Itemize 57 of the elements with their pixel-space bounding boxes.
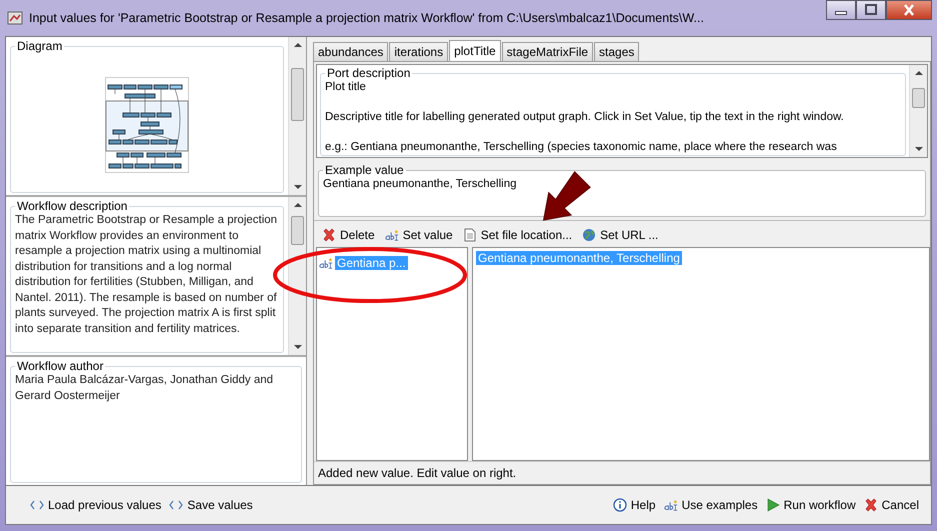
close-button[interactable] — [886, 0, 932, 20]
scroll-down-icon — [294, 345, 302, 349]
scroll-down-icon — [914, 147, 922, 151]
toolbar-button[interactable]: Delete — [320, 227, 377, 243]
footer-button[interactable]: Use examples — [662, 497, 760, 513]
footer-button[interactable]: Cancel — [862, 497, 921, 513]
globe-icon — [582, 228, 596, 242]
chevrons-icon — [169, 500, 184, 510]
minimize-icon — [835, 11, 847, 15]
text-value-icon — [384, 228, 399, 242]
close-icon — [322, 228, 336, 242]
play-icon — [766, 498, 780, 512]
scrollbar[interactable] — [909, 65, 927, 157]
app-icon — [7, 10, 23, 26]
description-line: Plot title — [325, 80, 367, 95]
footer-button[interactable]: Load previous values — [28, 497, 164, 513]
footer-button[interactable]: Help — [610, 497, 658, 513]
annotation-arrow — [540, 170, 592, 222]
scroll-down-icon — [294, 185, 302, 189]
document-icon — [462, 228, 477, 242]
port-tab[interactable]: abundances — [313, 42, 388, 61]
chevrons-icon — [30, 500, 44, 510]
port-tab[interactable]: iterations — [389, 42, 448, 61]
maximize-button[interactable] — [856, 0, 886, 20]
footer-button[interactable]: Save values — [167, 497, 255, 513]
scroll-thumb[interactable] — [291, 216, 304, 246]
scroll-thumb[interactable] — [912, 88, 925, 108]
scroll-up-icon — [914, 71, 922, 75]
scroll-up-icon — [294, 203, 302, 207]
panel-title: Port description — [326, 66, 412, 80]
scroll-thumb[interactable] — [291, 68, 304, 120]
scrollbar[interactable] — [288, 37, 306, 195]
scroll-up-icon — [294, 43, 302, 47]
panel-title: Workflow description — [16, 199, 128, 213]
port-tab[interactable]: plotTitle — [449, 40, 501, 61]
toolbar-button[interactable]: Set value — [382, 227, 455, 243]
minimize-button[interactable] — [826, 0, 856, 20]
panel-title: Diagram — [16, 39, 64, 53]
status-message: Added new value. Edit value on right. — [314, 461, 930, 484]
text-value-icon — [664, 498, 678, 512]
toolbar-button[interactable]: Set URL ... — [580, 227, 660, 243]
description-line: e.g.: Gentiana pneumonanthe, Terschelling (species taxonomic name, place where the research was — [325, 140, 838, 155]
workflow-author: Maria Paula Balcázar-Vargas, Jonathan Giddy and Gerard Oostermeijer — [15, 373, 274, 404]
footer-button[interactable]: Run workflow — [764, 497, 858, 513]
text-value-icon — [319, 256, 333, 270]
port-tab[interactable]: stages — [594, 42, 640, 61]
example-value: Gentiana pneumonanthe, Terschelling — [323, 177, 518, 192]
panel-title: Workflow author — [16, 359, 104, 373]
port-tab[interactable]: stageMatrixFile — [502, 42, 594, 61]
toolbar-button[interactable]: Set file location... — [460, 227, 574, 243]
panel-title: Example value — [324, 163, 405, 177]
info-icon — [612, 498, 627, 512]
workflow-description: The Parametric Bootstrap or Resample a projection matrix Workflow provides an environment to resample a projection matrix using a multinomial distribution for transitions and a log normal distribution for fertilities (Stubben, Milligan, and Nantel. 2011). The resample is based on number of plants surveyed. The projection matrix A is first split into separate transition and fertility matrices. — [15, 213, 278, 336]
window-title: Input values for 'Parametric Bootstrap or Resample a projection matrix Workflow' from C:\Users\mbalcaz1\Documents\W... — [29, 11, 705, 25]
close-icon — [864, 498, 878, 512]
description-line: Descriptive title for labelling generated output graph. Click in Set Value, tip the text in the right window. — [325, 110, 845, 125]
scrollbar[interactable] — [288, 197, 306, 355]
